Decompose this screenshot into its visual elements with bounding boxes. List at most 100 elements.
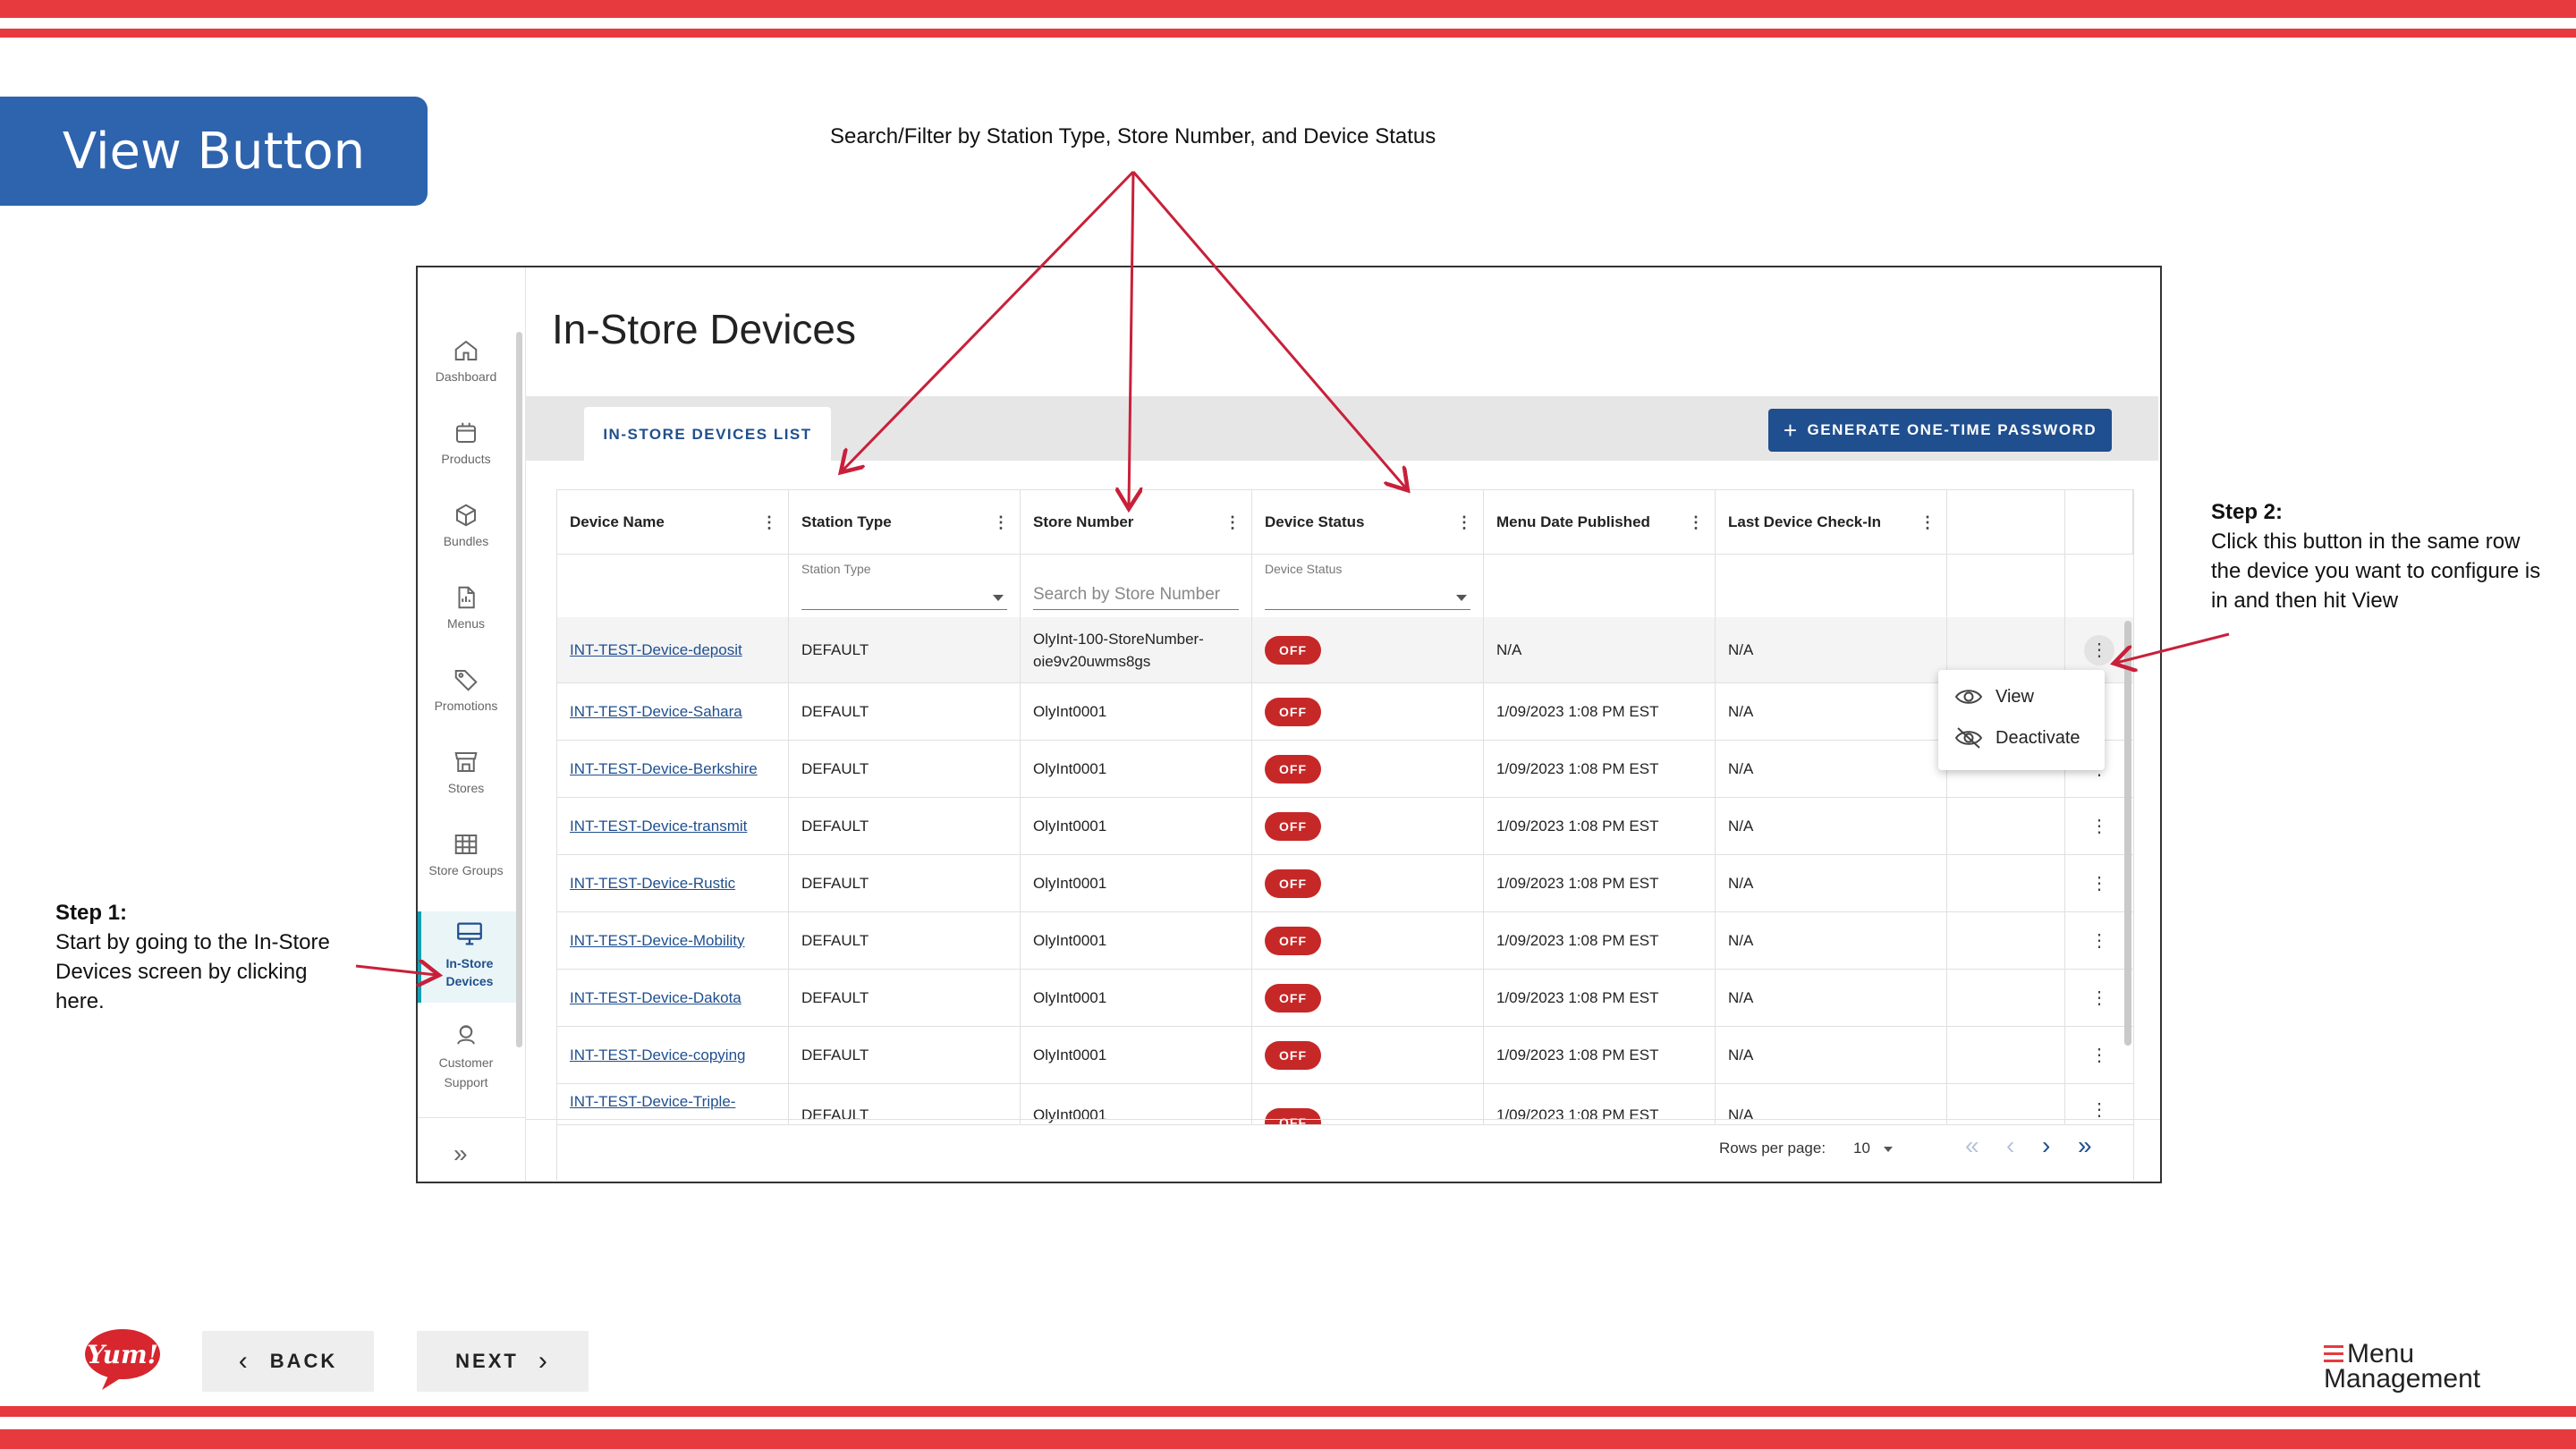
table-scrollbar[interactable] [2124, 621, 2131, 1046]
device-name-link[interactable]: INT-TEST-Device-Dakota [557, 970, 789, 1026]
device-name-link[interactable]: INT-TEST-Device-Berkshire [557, 741, 789, 797]
tab-in-store-devices-list[interactable]: IN-STORE DEVICES LIST [584, 407, 831, 462]
store-number-cell: OlyInt0001 [1021, 855, 1252, 911]
published-cell: 1/09/2023 1:08 PM EST [1484, 970, 1716, 1026]
column-menu-icon[interactable]: ⋮ [993, 513, 1009, 532]
sidebar-item-bundles[interactable]: Bundles [418, 502, 514, 580]
status-badge[interactable]: OFF [1265, 754, 1321, 784]
page-title: In-Store Devices [552, 306, 857, 352]
blank-cell [1947, 970, 2065, 1026]
filter-cell-empty [1947, 555, 2065, 617]
status-badge[interactable]: OFF [1265, 1040, 1321, 1070]
generate-one-time-password-button[interactable]: + GENERATE ONE-TIME PASSWORD [1768, 409, 2112, 452]
sidebar-item-label: Stores [447, 781, 485, 795]
column-menu-icon[interactable]: ⋮ [1456, 513, 1472, 532]
table-row: INT-TEST-Device-Dakota DEFAULT OlyInt000… [557, 970, 2133, 1027]
station-type-cell: DEFAULT [789, 912, 1021, 969]
row-actions-menu-icon[interactable]: ⋮ [2084, 634, 2114, 665]
logo-line2: Management [2324, 1364, 2481, 1394]
back-button[interactable]: ‹ BACK [202, 1331, 374, 1392]
cube-icon [456, 504, 476, 527]
column-menu-icon[interactable]: ⋮ [1224, 513, 1241, 532]
device-name-link[interactable]: INT-TEST-Device-Mobility [557, 912, 789, 969]
column-header-device-name[interactable]: Device Name ⋮ [557, 490, 789, 555]
column-header-device-status[interactable]: Device Status ⋮ [1252, 490, 1484, 555]
device-status-filter[interactable]: Device Status [1252, 555, 1484, 617]
checkin-cell: N/A [1716, 798, 1947, 854]
view-label: View [1996, 686, 2034, 707]
status-badge[interactable]: OFF [1265, 926, 1321, 955]
sidebar-item-products[interactable]: Products [418, 419, 514, 498]
column-header-station-type[interactable]: Station Type ⋮ [789, 490, 1021, 555]
first-page-icon[interactable]: « [1965, 1131, 1979, 1160]
checkin-cell: N/A [1716, 617, 1947, 682]
sidebar-item-menus[interactable]: Menus [418, 584, 514, 663]
sidebar-item-stores[interactable]: Stores [418, 749, 514, 827]
column-header-store-number[interactable]: Store Number ⋮ [1021, 490, 1252, 555]
dropdown-caret-icon [1456, 595, 1467, 601]
sidebar-item-label: Dashboard [435, 369, 497, 384]
last-page-icon[interactable]: » [2078, 1131, 2092, 1160]
checkin-cell: N/A [1716, 912, 1947, 969]
status-badge[interactable]: OFF [1265, 635, 1321, 665]
sidebar-item-promotions[interactable]: Promotions [418, 666, 514, 745]
expand-sidebar-icon[interactable]: » [453, 1140, 468, 1168]
column-header-label: Device Name [570, 513, 665, 530]
column-menu-icon[interactable]: ⋮ [1919, 513, 1936, 532]
sidebar-divider [418, 1117, 525, 1118]
blank-cell [1947, 912, 2065, 969]
app-screenshot: Dashboard Products Bundles Menus Promoti… [416, 266, 2162, 1183]
next-page-icon[interactable]: › [2042, 1131, 2050, 1160]
row-actions-menu-icon[interactable]: ⋮ [2084, 869, 2114, 899]
sidebar: Dashboard Products Bundles Menus Promoti… [418, 267, 526, 1182]
column-menu-icon[interactable]: ⋮ [761, 513, 777, 532]
sidebar-item-customer-support[interactable]: Customer Support [418, 1021, 514, 1110]
next-button[interactable]: NEXT › [417, 1331, 589, 1392]
table-row: INT-TEST-Device-transmit DEFAULT OlyInt0… [557, 798, 2133, 855]
column-header-last-device-check-in[interactable]: Last Device Check-In ⋮ [1716, 490, 1947, 555]
station-type-filter-label: Station Type [801, 562, 871, 576]
view-menu-item[interactable]: View [1954, 679, 2034, 715]
sidebar-item-label: Promotions [434, 699, 498, 713]
device-name-link[interactable]: INT-TEST-Device-Rustic [557, 855, 789, 911]
chevron-right-icon: › [538, 1346, 550, 1376]
row-actions-menu-icon[interactable]: ⋮ [2084, 983, 2114, 1013]
table-row: INT-TEST-Device-copying DEFAULT OlyInt00… [557, 1027, 2133, 1084]
sidebar-item-in-store-devices[interactable]: In-Store Devices [418, 911, 518, 1003]
rows-per-page-select[interactable]: 10 [1853, 1140, 1893, 1157]
store-number-cell: OlyInt0001 [1021, 798, 1252, 854]
status-cell: OFF [1252, 798, 1484, 854]
deactivate-menu-item[interactable]: Deactivate [1954, 720, 2080, 756]
column-header-label: Last Device Check-In [1728, 513, 1882, 530]
device-name-link[interactable]: INT-TEST-Device-deposit [557, 617, 789, 682]
station-type-filter[interactable]: Station Type [789, 555, 1021, 617]
sidebar-scrollbar[interactable] [516, 332, 522, 1047]
sidebar-item-store-groups[interactable]: Store Groups [418, 831, 514, 910]
previous-page-icon[interactable]: ‹ [2006, 1131, 2014, 1160]
status-badge[interactable]: OFF [1265, 869, 1321, 898]
store-number-search-input[interactable]: Search by Store Number [1021, 555, 1252, 617]
row-actions-menu-icon[interactable]: ⋮ [2084, 811, 2114, 842]
filter-annotation: Search/Filter by Station Type, Store Num… [830, 124, 1436, 148]
filter-underline [801, 609, 1007, 610]
station-type-cell: DEFAULT [789, 1027, 1021, 1083]
status-cell: OFF [1252, 741, 1484, 797]
column-header-menu-date-published[interactable]: Menu Date Published ⋮ [1484, 490, 1716, 555]
column-menu-icon[interactable]: ⋮ [1688, 513, 1704, 532]
eye-off-icon [1954, 727, 1983, 749]
sidebar-item-dashboard[interactable]: Dashboard [418, 337, 514, 416]
rows-per-page-label: Rows per page: [1719, 1140, 1826, 1157]
device-name-link[interactable]: INT-TEST-Device-transmit [557, 798, 789, 854]
tag-icon [454, 670, 478, 691]
status-badge[interactable]: OFF [1265, 983, 1321, 1013]
device-name-link[interactable]: INT-TEST-Device-copying [557, 1027, 789, 1083]
row-actions-menu-icon[interactable]: ⋮ [2084, 926, 2114, 956]
status-badge[interactable]: OFF [1265, 1108, 1321, 1124]
device-name-link[interactable]: INT-TEST-Device-Sahara [557, 683, 789, 740]
bottom-stripe-1 [0, 1406, 2576, 1417]
status-badge[interactable]: OFF [1265, 811, 1321, 841]
monitor-icon [457, 922, 482, 945]
status-badge[interactable]: OFF [1265, 697, 1321, 726]
support-icon [457, 1025, 475, 1045]
row-actions-menu-icon[interactable]: ⋮ [2084, 1040, 2114, 1071]
